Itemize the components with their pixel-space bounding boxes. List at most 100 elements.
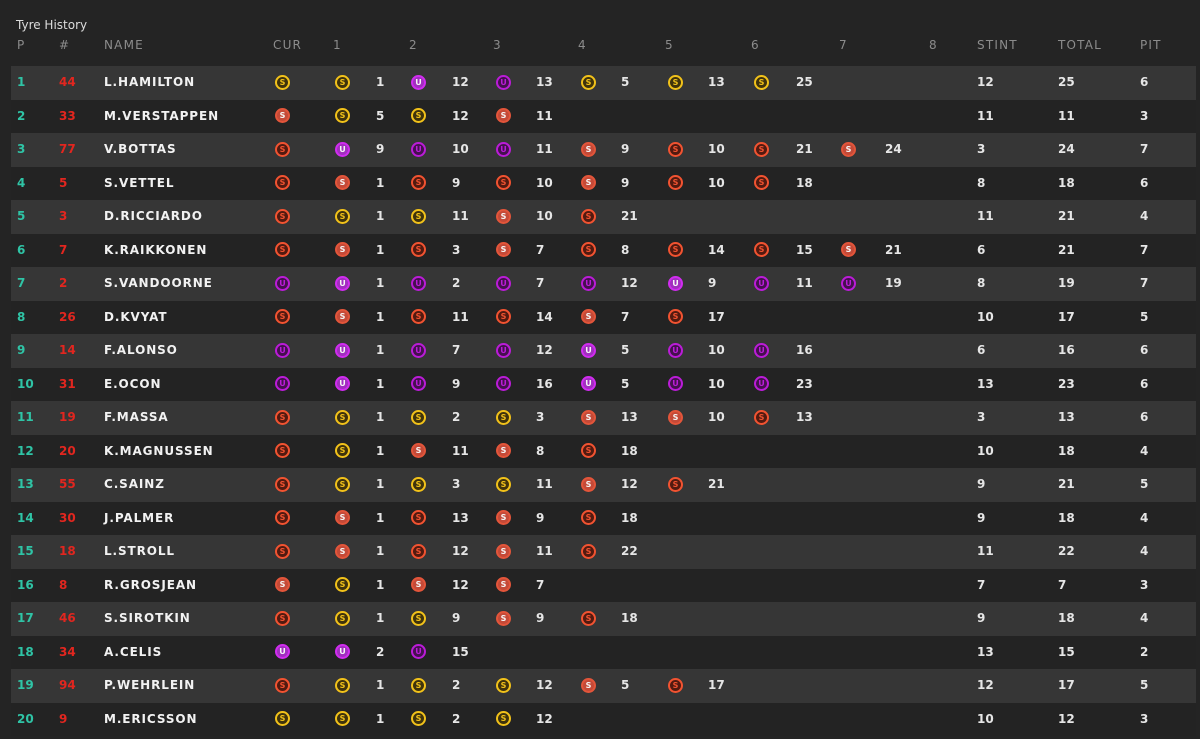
- stint-lap-value: 12: [621, 477, 638, 491]
- stint-lap-value: 1: [376, 175, 385, 190]
- pit-count-cell: 7: [1140, 242, 1149, 257]
- pit-count-cell: 5: [1140, 309, 1149, 324]
- stint-lap-value: 16: [796, 343, 813, 357]
- stint-tyre-icon: S: [335, 409, 350, 425]
- stint-tyre-icon: S: [411, 175, 426, 190]
- table-row[interactable]: 19 94 P.WEHRLEIN S S 1 S 2 S 12 S 5 S 17 12 17 5: [11, 669, 1196, 703]
- stint-lap-value: 7: [452, 343, 461, 357]
- current-tyre-icon: S: [275, 677, 290, 693]
- stint-lap-value: 21: [708, 477, 725, 491]
- table-row[interactable]: 16 8 R.GROSJEAN S S 1 S 12 S 7 7 7 3: [11, 568, 1196, 602]
- position-cell: 16: [17, 577, 34, 592]
- table-row[interactable]: 8 26 D.KVYAT S S 1 S 11 S 14 S 7 S 17 10 17 5: [11, 300, 1196, 334]
- table-row[interactable]: 11 19 F.MASSA S S 1 S 2 S 3 S 13 S 10 S 13 3 13 6: [11, 401, 1196, 435]
- table-row[interactable]: 10 31 E.OCON U U 1 U 9 U 16 U 5 U 10 U 23 13 23 6: [11, 367, 1196, 401]
- table-row[interactable]: 12 20 K.MAGNUSSEN S S 1 S 11 S 8 S 18 10 18 4: [11, 434, 1196, 468]
- stint-lap-value: 10: [708, 343, 725, 357]
- stint-length-cell: 11: [977, 108, 994, 123]
- table-row[interactable]: 15 18 L.STROLL S S 1 S 12 S 11 S 22 11 22 4: [11, 535, 1196, 569]
- stint-lap-value: 5: [621, 343, 630, 357]
- stint-lap-value: 9: [536, 510, 545, 525]
- driver-name-cell: V.BOTTAS: [104, 142, 177, 156]
- position-cell: 3: [17, 142, 26, 156]
- stint-lap-value: 1: [376, 544, 385, 558]
- car-number-cell: 18: [59, 544, 76, 558]
- stint-tyre-icon: U: [411, 376, 426, 391]
- stint-lap-value: 2: [452, 678, 461, 692]
- table-row[interactable]: 5 3 D.RICCIARDO S S 1 S 11 S 10 S 21 11 21 4: [11, 200, 1196, 234]
- stint-lap-value: 2: [452, 711, 461, 726]
- stint-lap-value: 22: [621, 544, 638, 558]
- table-row[interactable]: 17 46 S.SIROTKIN S S 1 S 9 S 9 S 18 9 18 4: [11, 602, 1196, 636]
- driver-name-cell: M.ERICSSON: [104, 711, 198, 726]
- stint-tyre-icon: U: [335, 644, 350, 659]
- stint-lap-value: 3: [536, 410, 545, 424]
- stint-lap-value: 10: [708, 410, 725, 424]
- stint-tyre-icon: S: [496, 543, 511, 559]
- stint-lap-value: 1: [376, 209, 385, 223]
- pit-count-cell: 7: [1140, 276, 1149, 290]
- stint-lap-value: 13: [796, 410, 813, 424]
- position-cell: 14: [17, 510, 34, 525]
- total-laps-cell: 18: [1058, 510, 1075, 525]
- stint-lap-value: 9: [536, 611, 545, 625]
- position-cell: 13: [17, 477, 34, 491]
- driver-name-cell: A.CELIS: [104, 644, 163, 659]
- driver-name-cell: K.RAIKKONEN: [104, 242, 208, 257]
- stint-length-cell: 13: [977, 644, 994, 659]
- stint-length-cell: 7: [977, 577, 986, 592]
- total-laps-cell: 23: [1058, 376, 1075, 391]
- stint-length-cell: 9: [977, 611, 986, 625]
- table-row[interactable]: 1 44 L.HAMILTON S S 1 U 12 U 13 S 5 S 13 S 25 12 25 6: [11, 66, 1196, 100]
- stint-lap-value: 12: [452, 577, 469, 592]
- table-row[interactable]: 4 5 S.VETTEL S S 1 S 9 S 10 S 9 S 10 S 18 8 18 6: [11, 166, 1196, 200]
- table-row[interactable]: 20 9 M.ERICSSON S S 1 S 2 S 12 10 12 3: [11, 702, 1196, 736]
- stint-lap-value: 18: [621, 611, 638, 625]
- driver-name-cell: C.SAINZ: [104, 477, 165, 491]
- stint-tyre-icon: U: [335, 275, 350, 291]
- panel-title: Tyre History: [16, 18, 88, 32]
- table-row[interactable]: 14 30 J.PALMER S S 1 S 13 S 9 S 18 9 18 4: [11, 501, 1196, 535]
- current-tyre-icon: S: [275, 208, 290, 224]
- table-row[interactable]: 3 77 V.BOTTAS S U 9 U 10 U 11 S 9 S 10 S 21 S 24 3 24 7: [11, 133, 1196, 167]
- stint-lap-value: 1: [376, 309, 385, 324]
- stint-tyre-icon: S: [411, 677, 426, 693]
- stint-tyre-icon: S: [581, 74, 596, 90]
- stint-lap-value: 12: [452, 544, 469, 558]
- stint-lap-value: 15: [452, 644, 469, 659]
- stint-tyre-icon: S: [841, 242, 856, 257]
- current-tyre-icon: S: [275, 443, 290, 458]
- table-row[interactable]: 7 2 S.VANDOORNE U U 1 U 2 U 7 U 12 U 9 U 11 U 19 8 19 7: [11, 267, 1196, 301]
- total-laps-cell: 11: [1058, 108, 1075, 123]
- table-row[interactable]: 2 33 M.VERSTAPPEN S S 5 S 12 S 11 11 11 3: [11, 99, 1196, 133]
- current-tyre-icon: S: [275, 711, 290, 726]
- header-number: #: [59, 38, 71, 52]
- current-tyre-icon: S: [275, 74, 290, 90]
- stint-tyre-icon: S: [581, 409, 596, 425]
- position-cell: 1: [17, 75, 26, 89]
- pit-count-cell: 4: [1140, 209, 1149, 223]
- stint-tyre-icon: S: [496, 443, 511, 458]
- total-laps-cell: 19: [1058, 276, 1075, 290]
- stint-lap-value: 10: [536, 175, 553, 190]
- stint-tyre-icon: S: [411, 208, 426, 224]
- driver-name-cell: D.KVYAT: [104, 309, 168, 324]
- table-row[interactable]: 18 34 A.CELIS U U 2 U 15 13 15 2: [11, 635, 1196, 669]
- pit-count-cell: 3: [1140, 577, 1149, 592]
- stint-length-cell: 13: [977, 376, 994, 391]
- stint-tyre-icon: S: [841, 141, 856, 157]
- stint-lap-value: 5: [376, 108, 385, 123]
- pit-count-cell: 2: [1140, 644, 1149, 659]
- car-number-cell: 34: [59, 644, 76, 659]
- total-laps-cell: 18: [1058, 611, 1075, 625]
- car-number-cell: 94: [59, 678, 76, 692]
- table-row[interactable]: 13 55 C.SAINZ S S 1 S 3 S 11 S 12 S 21 9 21 5: [11, 468, 1196, 502]
- table-row[interactable]: 6 7 K.RAIKKONEN S S 1 S 3 S 7 S 8 S 14 S 15 S 21 6 21 7: [11, 233, 1196, 267]
- stint-tyre-icon: U: [668, 342, 683, 358]
- stint-tyre-icon: S: [581, 543, 596, 559]
- car-number-cell: 31: [59, 376, 76, 391]
- stint-length-cell: 10: [977, 443, 994, 458]
- stint-tyre-icon: S: [496, 476, 511, 492]
- stint-lap-value: 1: [376, 343, 385, 357]
- table-row[interactable]: 9 14 F.ALONSO U U 1 U 7 U 12 U 5 U 10 U 16 6 16 6: [11, 334, 1196, 368]
